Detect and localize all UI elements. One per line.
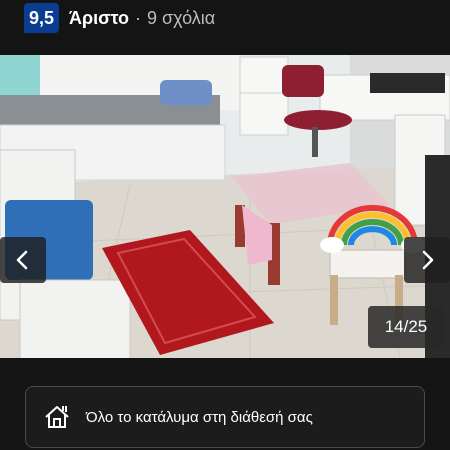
photo-counter: 14/25 [368, 306, 444, 348]
feature-text: Όλο το κατάλυμα στη διάθεσή σας [86, 408, 313, 426]
chevron-right-icon [422, 250, 434, 270]
rating-label: Άριστο [69, 7, 129, 28]
score-badge: 9,5 [24, 3, 59, 33]
next-photo-button[interactable] [404, 237, 450, 283]
chevron-left-icon [16, 250, 28, 270]
separator: · [134, 7, 141, 28]
house-icon [42, 402, 72, 432]
reviews-link[interactable]: 9 σχόλια [147, 8, 215, 29]
property-feature-card: Όλο το κατάλυμα στη διάθεσή σας [25, 386, 425, 448]
previous-photo-button[interactable] [0, 237, 46, 283]
rating-header: 9,5 Άριστο · 9 σχόλια [0, 0, 450, 36]
